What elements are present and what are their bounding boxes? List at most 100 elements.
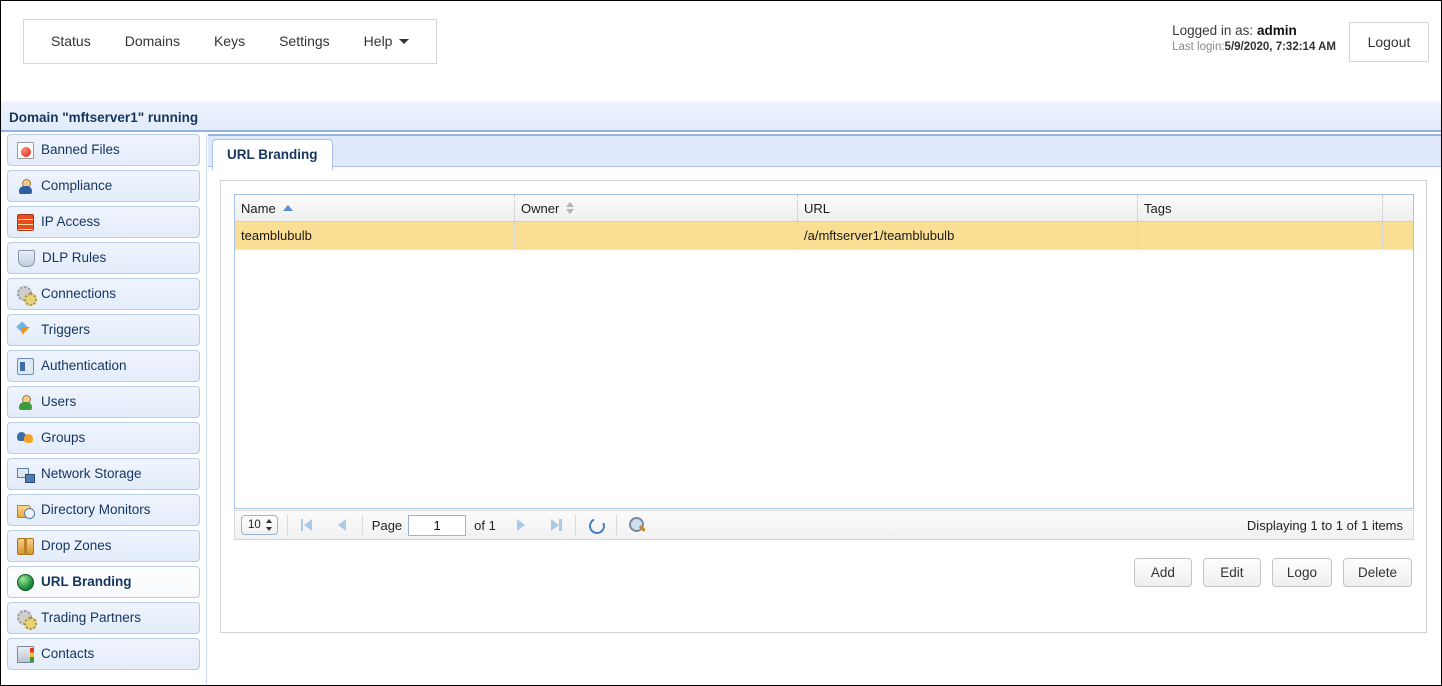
grid-header-name[interactable]: Name	[235, 195, 515, 221]
sidebar-item-directory-monitors[interactable]: Directory Monitors	[7, 494, 200, 526]
sidebar-item-users[interactable]: Users	[7, 386, 200, 418]
sidebar-item-label: IP Access	[41, 214, 101, 230]
grid-header-row: Name Owner URL Tags	[235, 195, 1413, 222]
nav-status-label: Status	[51, 33, 91, 49]
toolbar-separator	[361, 515, 363, 535]
dlp-rules-icon	[18, 249, 35, 267]
cell-url: /a/mftserver1/teamblubulb	[798, 222, 1138, 249]
page-size-value: 10	[248, 519, 261, 531]
grid-header-label: Tags	[1144, 200, 1172, 216]
sidebar-item-url-branding[interactable]: URL Branding	[7, 566, 200, 598]
total-pages-label: of 1	[474, 517, 496, 533]
cell-spacer	[1383, 222, 1413, 249]
cell-name: teamblubulb	[235, 222, 515, 249]
last-login-label: Last login:	[1172, 40, 1225, 53]
sidebar-item-ip-access[interactable]: IP Access	[7, 206, 200, 238]
content-panel: Name Owner URL Tags teamblubulb/a/mftserver…	[220, 180, 1427, 633]
chevron-down-icon	[399, 39, 410, 44]
sidebar-item-triggers[interactable]: Triggers	[7, 314, 200, 346]
sidebar-item-network-storage[interactable]: Network Storage	[7, 458, 200, 490]
sort-toggle-icon	[566, 201, 575, 215]
users-icon	[17, 394, 34, 411]
toolbar-separator	[615, 515, 617, 535]
nav-keys[interactable]: Keys	[197, 20, 262, 63]
logout-button[interactable]: Logout	[1349, 22, 1429, 62]
logo-button[interactable]: Logo	[1271, 558, 1332, 587]
grid-header-url[interactable]: URL	[798, 195, 1138, 221]
nav-keys-label: Keys	[213, 33, 246, 49]
add-button[interactable]: Add	[1133, 558, 1192, 587]
cell-owner	[515, 222, 798, 249]
triggers-icon	[17, 322, 34, 339]
toolbar-separator	[574, 515, 576, 535]
nav-status[interactable]: Status	[34, 20, 108, 63]
sidebar-item-contacts[interactable]: Contacts	[7, 638, 200, 670]
tab-url-branding[interactable]: URL Branding	[212, 139, 333, 170]
nav-domains-label: Domains	[124, 33, 180, 49]
sidebar-item-trading-partners[interactable]: Trading Partners	[7, 602, 200, 634]
grid-header-owner[interactable]: Owner	[515, 195, 798, 221]
sidebar-item-label: Banned Files	[41, 142, 120, 158]
cell-text: /a/mftserver1/teamblubulb	[804, 228, 955, 243]
last-login-value: 5/9/2020, 7:32:14 AM	[1224, 40, 1336, 53]
refresh-icon[interactable]	[585, 514, 607, 536]
action-buttons: Add Edit Logo Delete	[1133, 558, 1412, 587]
sidebar-item-groups[interactable]: Groups	[7, 422, 200, 454]
sidebar-item-compliance[interactable]: Compliance	[7, 170, 200, 202]
connections-icon	[17, 285, 37, 306]
sidebar-item-label: Trading Partners	[41, 610, 142, 626]
previous-page-button[interactable]	[331, 514, 353, 536]
main-navigation: Status Domains Keys Settings Help	[23, 19, 438, 64]
sidebar-item-drop-zones[interactable]: Drop Zones	[7, 530, 200, 562]
cell-tags	[1138, 222, 1383, 249]
toolbar-separator	[286, 515, 288, 535]
drop-zones-icon	[17, 537, 34, 555]
table-row[interactable]: teamblubulb/a/mftserver1/teamblubulb	[235, 222, 1413, 250]
directory-monitors-icon	[17, 502, 35, 519]
domain-status-text: Domain "mftserver1" running	[9, 110, 199, 125]
grid-header-label: Name	[241, 200, 276, 216]
grid-header-spacer	[1383, 195, 1413, 221]
page-number-input[interactable]	[408, 514, 467, 536]
nav-help[interactable]: Help	[347, 20, 427, 63]
sidebar-navigation: Banned Files Compliance IP Access DLP Rules…	[1, 134, 207, 685]
next-page-button[interactable]	[510, 514, 532, 536]
displaying-count: Displaying 1 to 1 of 1 items	[1246, 517, 1403, 533]
page-size-select[interactable]: 10	[241, 515, 278, 535]
sidebar-item-label: Compliance	[41, 178, 113, 194]
last-page-button[interactable]	[544, 514, 566, 536]
page-label: Page	[371, 517, 403, 533]
nav-domains[interactable]: Domains	[108, 20, 197, 63]
sidebar-item-label: URL Branding	[41, 574, 132, 590]
delete-button[interactable]: Delete	[1342, 558, 1412, 587]
logged-in-label: Logged in as:	[1172, 23, 1257, 38]
nav-settings[interactable]: Settings	[262, 20, 347, 63]
sidebar-item-banned-files[interactable]: Banned Files	[7, 134, 200, 166]
groups-icon	[17, 430, 34, 447]
edit-button[interactable]: Edit	[1202, 558, 1261, 587]
banned-files-icon	[17, 141, 34, 159]
grid-header-tags[interactable]: Tags	[1138, 195, 1383, 221]
grid-header-label: Owner	[521, 200, 560, 216]
last-login: Last login:5/9/2020, 7:32:14 AM	[1172, 40, 1336, 54]
sidebar-item-label: Authentication	[41, 358, 127, 374]
grid-body: teamblubulb/a/mftserver1/teamblubulb	[235, 222, 1413, 508]
cell-text: teamblubulb	[241, 228, 312, 243]
sidebar-item-connections[interactable]: Connections	[7, 278, 200, 310]
nav-help-label: Help	[363, 33, 393, 49]
application-window: Status Domains Keys Settings Help Logged in …	[0, 0, 1442, 686]
sidebar-item-authentication[interactable]: Authentication	[7, 350, 200, 382]
first-page-button[interactable]	[297, 514, 319, 536]
sort-ascending-icon	[282, 205, 293, 211]
sidebar-item-label: Triggers	[41, 322, 91, 338]
nav-settings-label: Settings	[279, 33, 330, 49]
search-icon[interactable]	[626, 514, 648, 536]
sidebar-item-label: Users	[41, 394, 77, 410]
compliance-icon	[17, 178, 34, 195]
domain-status-bar: Domain "mftserver1" running	[1, 101, 1441, 132]
sidebar-item-label: Directory Monitors	[41, 502, 151, 518]
session-info: Logged in as: admin Last login:5/9/2020,…	[1172, 23, 1336, 54]
sidebar-item-dlp-rules[interactable]: DLP Rules	[7, 242, 200, 274]
top-bar: Status Domains Keys Settings Help Logged in …	[1, 1, 1441, 87]
sidebar-item-label: DLP Rules	[42, 250, 107, 266]
